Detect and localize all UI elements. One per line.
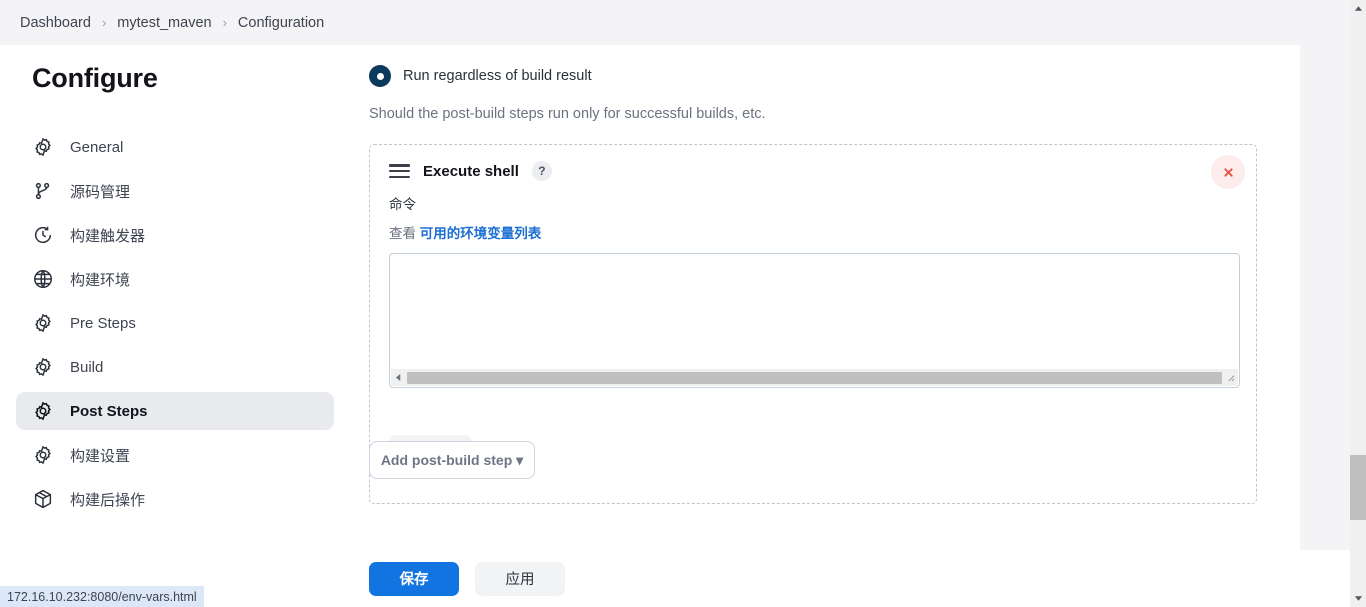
page-body: Configure General 源码管理 构建触发器 构建环境 Pre St… <box>0 45 1300 607</box>
step-title: Execute shell <box>423 162 519 180</box>
gear-icon <box>32 136 54 158</box>
add-post-build-step-button[interactable]: Add post-build step ▾ <box>369 441 535 479</box>
breadcrumb-item-configuration[interactable]: Configuration <box>238 15 324 31</box>
browser-scrollbar[interactable] <box>1350 0 1366 607</box>
sidebar-item-build-settings[interactable]: 构建设置 <box>16 436 334 474</box>
step-header: Execute shell ? <box>370 145 1256 181</box>
save-button[interactable]: 保存 <box>369 561 459 596</box>
sidebar-item-build-triggers[interactable]: 构建触发器 <box>16 216 334 254</box>
package-icon <box>32 488 54 510</box>
sidebar-item-label: 构建触发器 <box>70 227 146 245</box>
sidebar-item-label: Build <box>70 358 104 376</box>
sidebar-item-label: 构建后操作 <box>70 491 146 509</box>
gear-icon <box>32 400 54 422</box>
breadcrumb-item-dashboard[interactable]: Dashboard <box>20 15 91 31</box>
run-condition-help-text: Should the post-build steps run only for… <box>369 106 766 122</box>
command-horizontal-scrollbar[interactable] <box>391 369 1238 386</box>
sidebar-item-label: 构建设置 <box>70 447 131 465</box>
apply-button[interactable]: 应用 <box>475 561 565 596</box>
env-vars-line: 查看 可用的环境变量列表 <box>389 222 1256 242</box>
close-icon[interactable] <box>1211 155 1245 189</box>
drag-handle-icon[interactable] <box>389 164 410 178</box>
env-vars-link[interactable]: 可用的环境变量列表 <box>420 226 542 241</box>
help-icon[interactable]: ? <box>531 161 552 181</box>
resize-grip-icon[interactable] <box>1223 369 1238 386</box>
page-background-right <box>1300 45 1350 607</box>
sidebar-item-label: 构建环境 <box>70 271 131 289</box>
run-condition-label: Run regardless of build result <box>403 68 592 84</box>
gear-icon <box>32 444 54 466</box>
breadcrumb: Dashboard › mytest_maven › Configuration <box>0 0 1350 45</box>
status-bar-link-preview: 172.16.10.232:8080/env-vars.html <box>0 586 204 607</box>
sidebar-item-general[interactable]: General <box>16 128 334 166</box>
sidebar-item-label: General <box>70 138 124 156</box>
sidebar-item-label: Post Steps <box>70 402 148 420</box>
sidebar-item-label: 源码管理 <box>70 183 131 201</box>
page-title: Configure <box>32 63 158 93</box>
sidebar-item-post-steps[interactable]: Post Steps <box>16 392 334 430</box>
configure-sidebar: Configure General 源码管理 构建触发器 构建环境 Pre St… <box>0 45 350 524</box>
sidebar-item-source-control[interactable]: 源码管理 <box>16 172 334 210</box>
run-condition-radio-row[interactable]: Run regardless of build result <box>369 65 1300 87</box>
main-content: Run regardless of build result Should th… <box>350 45 1300 504</box>
scroll-down-icon[interactable] <box>1350 590 1366 607</box>
scroll-left-icon[interactable] <box>391 369 406 386</box>
gear-icon <box>32 356 54 378</box>
branch-icon <box>32 180 54 202</box>
sidebar-item-build[interactable]: Build <box>16 348 334 386</box>
command-textarea[interactable] <box>391 255 1238 368</box>
command-field-label: 命令 <box>389 197 416 212</box>
sidebar-item-label: Pre Steps <box>70 314 136 332</box>
sidebar-item-pre-steps[interactable]: Pre Steps <box>16 304 334 342</box>
globe-icon <box>32 268 54 290</box>
scrollbar-thumb[interactable] <box>407 371 1222 384</box>
clock-icon <box>32 224 54 246</box>
sidebar-item-build-environment[interactable]: 构建环境 <box>16 260 334 298</box>
env-vars-prefix: 查看 <box>389 226 416 241</box>
scroll-up-icon[interactable] <box>1350 0 1366 17</box>
breadcrumb-separator-icon: › <box>222 15 227 30</box>
breadcrumb-separator-icon: › <box>101 15 107 30</box>
breadcrumb-item-job[interactable]: mytest_maven <box>117 15 211 31</box>
gear-icon <box>32 312 54 334</box>
command-input-wrapper <box>389 253 1240 388</box>
radio-selected-icon[interactable] <box>369 65 391 87</box>
sidebar-item-post-build-actions[interactable]: 构建后操作 <box>16 480 334 518</box>
browser-scrollbar-thumb[interactable] <box>1350 455 1366 520</box>
